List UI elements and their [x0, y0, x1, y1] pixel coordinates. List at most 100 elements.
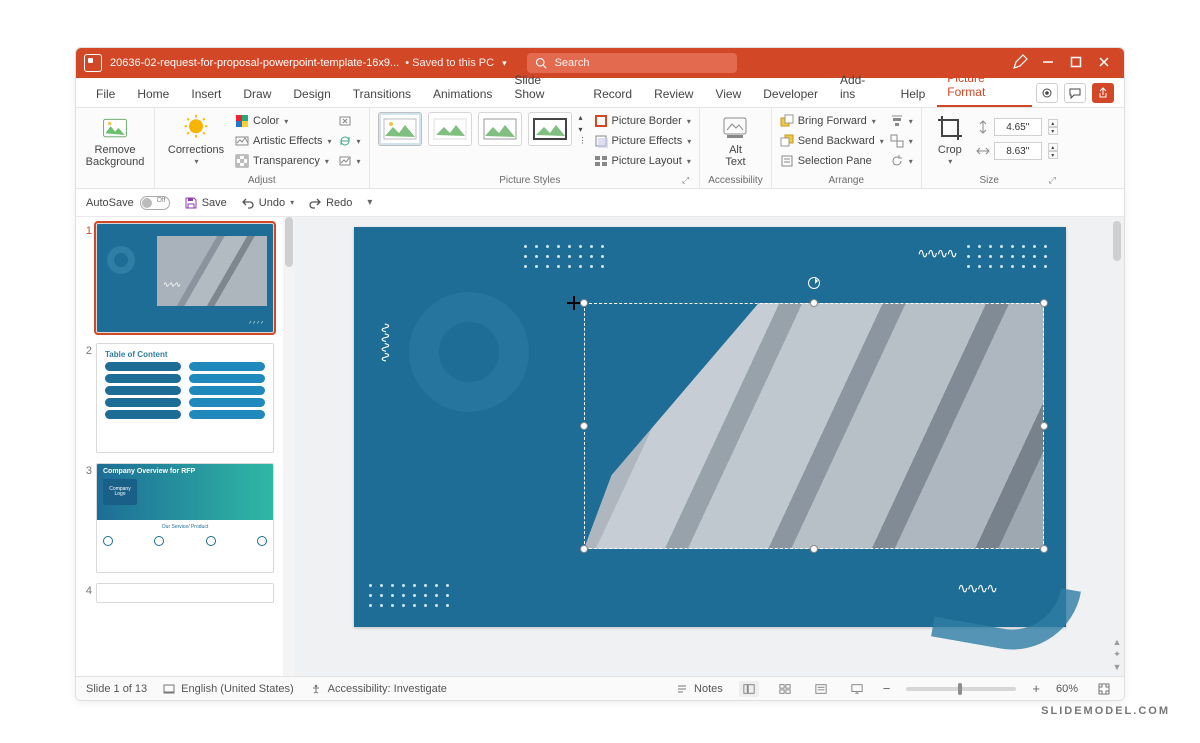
rotate-handle[interactable] — [808, 277, 820, 289]
camera-mode-button[interactable] — [1036, 83, 1058, 103]
picture-layout-button[interactable]: Picture Layout▾ — [594, 152, 692, 170]
tab-animations[interactable]: Animations — [423, 82, 502, 107]
thumbnail-scrollbar[interactable] — [283, 217, 295, 676]
reading-view-button[interactable] — [811, 681, 831, 697]
picture-style-3[interactable] — [478, 112, 522, 146]
height-spinner[interactable]: ▴▾ — [1048, 119, 1058, 135]
autosave-toggle[interactable]: Off — [140, 196, 170, 210]
styles-group-label: Picture Styles — [378, 174, 683, 186]
tab-transitions[interactable]: Transitions — [343, 82, 421, 107]
zoom-out-button[interactable]: − — [883, 681, 891, 696]
undo-button[interactable]: Undo▾ — [241, 196, 294, 210]
alt-text-button[interactable]: Alt Text — [713, 112, 757, 168]
tab-draw[interactable]: Draw — [233, 82, 281, 107]
compress-pictures-button[interactable] — [338, 112, 361, 130]
ribbon-tabs: File Home Insert Draw Design Transitions… — [76, 78, 1124, 108]
decorative-ring — [409, 292, 529, 412]
resize-handle[interactable] — [580, 422, 588, 430]
tab-addins[interactable]: Add-ins — [830, 68, 889, 107]
resize-handle[interactable] — [1040, 422, 1048, 430]
tab-developer[interactable]: Developer — [753, 82, 828, 107]
comments-button[interactable] — [1064, 83, 1086, 103]
resize-handle[interactable] — [1040, 545, 1048, 553]
crop-button[interactable]: Crop▾ — [930, 112, 970, 167]
resize-handle[interactable] — [1040, 299, 1048, 307]
remove-background-button[interactable]: Remove Background — [84, 112, 146, 168]
width-spinner[interactable]: ▴▾ — [1048, 143, 1058, 159]
change-picture-button[interactable]: ▾ — [338, 132, 361, 150]
decorative-dots — [369, 584, 450, 607]
selected-picture[interactable] — [584, 303, 1044, 549]
bring-forward-button[interactable]: Bring Forward▾ — [780, 112, 884, 130]
artistic-effects-button[interactable]: Artistic Effects▾ — [235, 132, 332, 150]
align-button[interactable]: ▾ — [890, 112, 913, 130]
document-title: 20636-02-request-for-proposal-powerpoint… — [110, 57, 399, 69]
save-status[interactable]: • Saved to this PC — [405, 57, 494, 69]
slide-thumbnail-4[interactable]: 4 — [78, 583, 281, 603]
styles-gallery-more[interactable]: ▴▾⋮ — [578, 112, 588, 146]
width-icon — [976, 144, 990, 158]
slide-thumbnail-1[interactable]: 1 ∿∿∿//// — [78, 223, 281, 333]
tab-help[interactable]: Help — [891, 82, 936, 107]
picture-style-2[interactable] — [428, 112, 472, 146]
slide-canvas[interactable]: ∿∿∿∿ ∿∿∿∿ ∿∿∿∿ — [354, 227, 1066, 627]
resize-handle[interactable] — [810, 299, 818, 307]
selection-pane-button[interactable]: Selection Pane — [780, 152, 884, 170]
picture-style-4[interactable] — [528, 112, 572, 146]
quick-access-toolbar: AutoSave Off Save Undo▾ Redo ▾ — [76, 189, 1124, 217]
styles-launcher-icon[interactable]: ⤢ — [682, 175, 689, 186]
autosave-label: AutoSave — [86, 197, 134, 209]
tab-home[interactable]: Home — [127, 82, 179, 107]
save-button[interactable]: Save — [184, 196, 227, 210]
resize-handle[interactable] — [810, 545, 818, 553]
tab-insert[interactable]: Insert — [181, 82, 231, 107]
qat-customize-button[interactable]: ▾ — [366, 197, 372, 208]
resize-handle[interactable] — [580, 299, 588, 307]
redo-button[interactable]: Redo — [308, 196, 352, 210]
share-button[interactable] — [1092, 83, 1114, 103]
tab-review[interactable]: Review — [644, 82, 703, 107]
maximize-button[interactable] — [1070, 56, 1082, 71]
normal-view-button[interactable] — [739, 681, 759, 697]
picture-border-button[interactable]: Picture Border▾ — [594, 112, 692, 130]
accessibility-status[interactable]: Accessibility: Investigate — [310, 683, 447, 695]
status-bar: Slide 1 of 13 English (United States) Ac… — [76, 676, 1124, 700]
height-input[interactable]: 4.65" ▴▾ — [976, 118, 1058, 136]
slide-counter-label[interactable]: Slide 1 of 13 — [86, 683, 147, 695]
close-button[interactable] — [1098, 56, 1110, 71]
height-icon — [976, 120, 990, 134]
picture-style-1[interactable] — [378, 112, 422, 146]
tab-view[interactable]: View — [705, 82, 751, 107]
zoom-level[interactable]: 60% — [1056, 683, 1078, 695]
tab-slideshow[interactable]: Slide Show — [504, 68, 581, 107]
color-button[interactable]: Color▾ — [235, 112, 332, 130]
fit-to-window-button[interactable] — [1094, 681, 1114, 697]
reset-picture-button[interactable]: ▾ — [338, 152, 361, 170]
zoom-in-button[interactable]: + — [1032, 681, 1040, 696]
slide-thumbnail-2[interactable]: 2 Table of Content — [78, 343, 281, 453]
tab-file[interactable]: File — [86, 82, 125, 107]
slide-thumbnail-3[interactable]: 3 Company Overview for RFP Company Logo … — [78, 463, 281, 573]
notes-button[interactable]: Notes — [676, 683, 723, 695]
language-button[interactable]: English (United States) — [163, 683, 294, 695]
tab-picture-format[interactable]: Picture Format — [937, 66, 1032, 107]
chevron-down-icon[interactable]: ▾ — [502, 58, 507, 69]
zoom-slider[interactable] — [906, 687, 1016, 691]
tab-record[interactable]: Record — [583, 82, 642, 107]
size-launcher-icon[interactable]: ⤢ — [1049, 175, 1056, 186]
rotate-button[interactable]: ▾ — [890, 152, 913, 170]
width-input[interactable]: 8.63" ▴▾ — [976, 142, 1058, 160]
picture-effects-button[interactable]: Picture Effects▾ — [594, 132, 692, 150]
slideshow-view-button[interactable] — [847, 681, 867, 697]
minimize-button[interactable] — [1042, 56, 1054, 71]
send-backward-button[interactable]: Send Backward▾ — [780, 132, 884, 150]
sorter-view-button[interactable] — [775, 681, 795, 697]
slide-canvas-area[interactable]: ∿∿∿∿ ∿∿∿∿ ∿∿∿∿ — [296, 217, 1124, 676]
group-button[interactable]: ▾ — [890, 132, 913, 150]
tab-design[interactable]: Design — [283, 82, 340, 107]
canvas-scrollbar[interactable]: ▲✦▼ — [1110, 217, 1124, 676]
workspace: 1 ∿∿∿//// 2 Table of Content 3 — [76, 217, 1124, 676]
transparency-button[interactable]: Transparency▾ — [235, 152, 332, 170]
resize-handle[interactable] — [580, 545, 588, 553]
corrections-button[interactable]: Corrections▾ — [163, 112, 229, 167]
